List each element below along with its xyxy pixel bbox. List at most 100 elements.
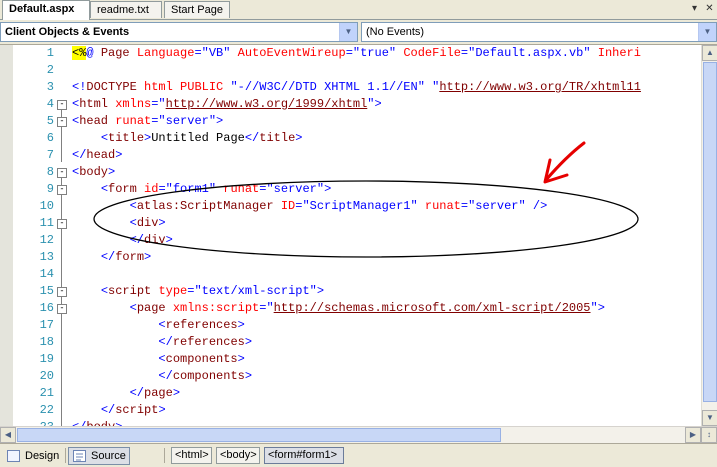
- code-text: </form>: [100, 250, 152, 264]
- tab-label: readme.txt: [97, 4, 149, 16]
- horizontal-scrollbar[interactable]: ◀ ▶ ↕: [0, 426, 717, 443]
- code-text: </body>: [72, 419, 122, 426]
- code-line[interactable]: 21 </page>: [0, 385, 701, 402]
- view-switcher-bar: Design Source <html> <body> <form#form1>: [0, 443, 717, 467]
- collapse-icon[interactable]: -: [57, 168, 67, 178]
- dropdown-value: (No Events): [366, 26, 425, 38]
- line-number: 17: [39, 318, 54, 332]
- code-line[interactable]: 10 <atlas:ScriptManager ID="ScriptManage…: [0, 198, 701, 215]
- scroll-left-icon[interactable]: ◀: [0, 427, 16, 443]
- code-text: <script type="text/xml-script">: [100, 284, 325, 298]
- collapse-icon[interactable]: -: [57, 185, 67, 195]
- line-number: 13: [39, 250, 54, 264]
- code-text: <%@ Page Language="VB" AutoEventWireup="…: [72, 46, 641, 60]
- collapse-icon[interactable]: -: [57, 100, 67, 110]
- horizontal-scroll-thumb[interactable]: [17, 428, 501, 442]
- code-text: <components>: [158, 352, 245, 366]
- collapse-icon[interactable]: -: [57, 287, 67, 297]
- collapse-icon[interactable]: -: [57, 304, 67, 314]
- code-line[interactable]: 14: [0, 266, 701, 283]
- line-number: 10: [39, 199, 54, 213]
- code-line[interactable]: 5- <head runat="server">: [0, 113, 701, 130]
- scroll-right-icon[interactable]: ▶: [685, 427, 701, 443]
- design-view-button[interactable]: Design: [2, 447, 62, 465]
- tab-readme-txt[interactable]: readme.txt: [90, 1, 162, 18]
- navigation-bar: Client Objects & Events ▼ (No Events) ▼: [0, 20, 717, 45]
- scroll-up-icon[interactable]: ▲: [702, 45, 717, 61]
- line-number: 14: [39, 267, 54, 281]
- line-number: 8: [46, 165, 54, 179]
- code-line[interactable]: 8- <body>: [0, 164, 701, 181]
- code-text: <body>: [72, 165, 116, 179]
- line-number: 11: [39, 216, 54, 230]
- breadcrumb-html[interactable]: <html>: [171, 447, 212, 464]
- code-text: </references>: [158, 335, 253, 349]
- line-number: 19: [39, 352, 54, 366]
- dropdown-value: Client Objects & Events: [5, 26, 130, 38]
- line-number: 18: [39, 335, 54, 349]
- breadcrumb-label: <body>: [220, 449, 257, 461]
- code-line[interactable]: 22 </script>: [0, 402, 701, 419]
- breadcrumb-form[interactable]: <form#form1>: [264, 447, 344, 464]
- code-line[interactable]: 13 </form>: [0, 249, 701, 266]
- code-line[interactable]: 12 </div>: [0, 232, 701, 249]
- collapse-icon[interactable]: -: [57, 219, 67, 229]
- close-icon[interactable]: ✕: [703, 3, 716, 16]
- breadcrumb-body[interactable]: <body>: [216, 447, 260, 464]
- document-tab-bar: Default.aspx readme.txt Start Page ▾ ✕: [0, 0, 717, 20]
- code-text: <head runat="server">: [72, 114, 224, 128]
- code-line[interactable]: 11- <div>: [0, 215, 701, 232]
- code-text: </components>: [158, 369, 253, 383]
- code-line[interactable]: 17 <references>: [0, 317, 701, 334]
- code-text: </script>: [100, 403, 166, 417]
- collapse-icon[interactable]: -: [57, 117, 67, 127]
- code-line[interactable]: 23 </body>: [0, 419, 701, 426]
- tab-start-page[interactable]: Start Page: [164, 1, 230, 18]
- code-text: <atlas:ScriptManager ID="ScriptManager1"…: [129, 199, 548, 213]
- code-line[interactable]: 15- <script type="text/xml-script">: [0, 283, 701, 300]
- tab-default-aspx[interactable]: Default.aspx: [2, 0, 90, 20]
- line-number: 16: [39, 301, 54, 315]
- code-line[interactable]: 3 <!DOCTYPE html PUBLIC "-//W3C//DTD XHTM…: [0, 79, 701, 96]
- line-number: 21: [39, 386, 54, 400]
- tab-label: Default.aspx: [9, 3, 75, 15]
- code-line[interactable]: 19 <components>: [0, 351, 701, 368]
- code-line[interactable]: 20 </components>: [0, 368, 701, 385]
- design-icon: [7, 450, 20, 462]
- scroll-down-icon[interactable]: ▼: [702, 410, 717, 426]
- code-text: <!DOCTYPE html PUBLIC "-//W3C//DTD XHTML…: [72, 80, 641, 94]
- code-text: <form id="form1" runat="server">: [100, 182, 332, 196]
- client-objects-dropdown[interactable]: Client Objects & Events ▼: [0, 22, 358, 42]
- vertical-scroll-thumb[interactable]: [703, 62, 717, 402]
- source-view-button[interactable]: Source: [68, 447, 130, 465]
- tab-list-icon[interactable]: ▾: [688, 3, 701, 16]
- divider: [65, 448, 66, 463]
- code-text: </page>: [129, 386, 181, 400]
- vertical-scrollbar[interactable]: ▲ ▼: [701, 45, 717, 426]
- code-line[interactable]: 4- <html xmlns="http://www.w3.org/1999/xh…: [0, 96, 701, 113]
- code-line[interactable]: 9- <form id="form1" runat="server">: [0, 181, 701, 198]
- source-code-editor[interactable]: 1 <%@ Page Language="VB" AutoEventWireup=…: [0, 45, 701, 426]
- code-line[interactable]: 6 <title>Untitled Page</title>: [0, 130, 701, 147]
- code-text: <page xmlns:script="http://schemas.micro…: [129, 301, 605, 315]
- code-line[interactable]: 7 </head>: [0, 147, 701, 164]
- code-text: </head>: [72, 148, 123, 162]
- chevron-down-icon[interactable]: ▼: [339, 23, 357, 41]
- line-number: 2: [46, 63, 54, 77]
- code-line[interactable]: 18 </references>: [0, 334, 701, 351]
- events-dropdown[interactable]: (No Events) ▼: [361, 22, 717, 42]
- chevron-down-icon[interactable]: ▼: [698, 23, 716, 41]
- code-line[interactable]: 1 <%@ Page Language="VB" AutoEventWireup=…: [0, 45, 701, 62]
- code-line[interactable]: 16- <page xmlns:script="http://schemas.m…: [0, 300, 701, 317]
- code-text: <html xmlns="http://www.w3.org/1999/xhtm…: [72, 97, 382, 111]
- button-label: Source: [91, 450, 126, 462]
- line-number: 5: [46, 114, 54, 128]
- code-text: <div>: [129, 216, 166, 230]
- button-label: Design: [25, 450, 60, 462]
- line-number: 6: [46, 131, 54, 145]
- code-line[interactable]: 2: [0, 62, 701, 79]
- line-number: 1: [46, 46, 54, 60]
- code-text: <references>: [158, 318, 245, 332]
- line-number: 23: [13, 419, 54, 426]
- split-view-icon[interactable]: ↕: [701, 427, 717, 443]
